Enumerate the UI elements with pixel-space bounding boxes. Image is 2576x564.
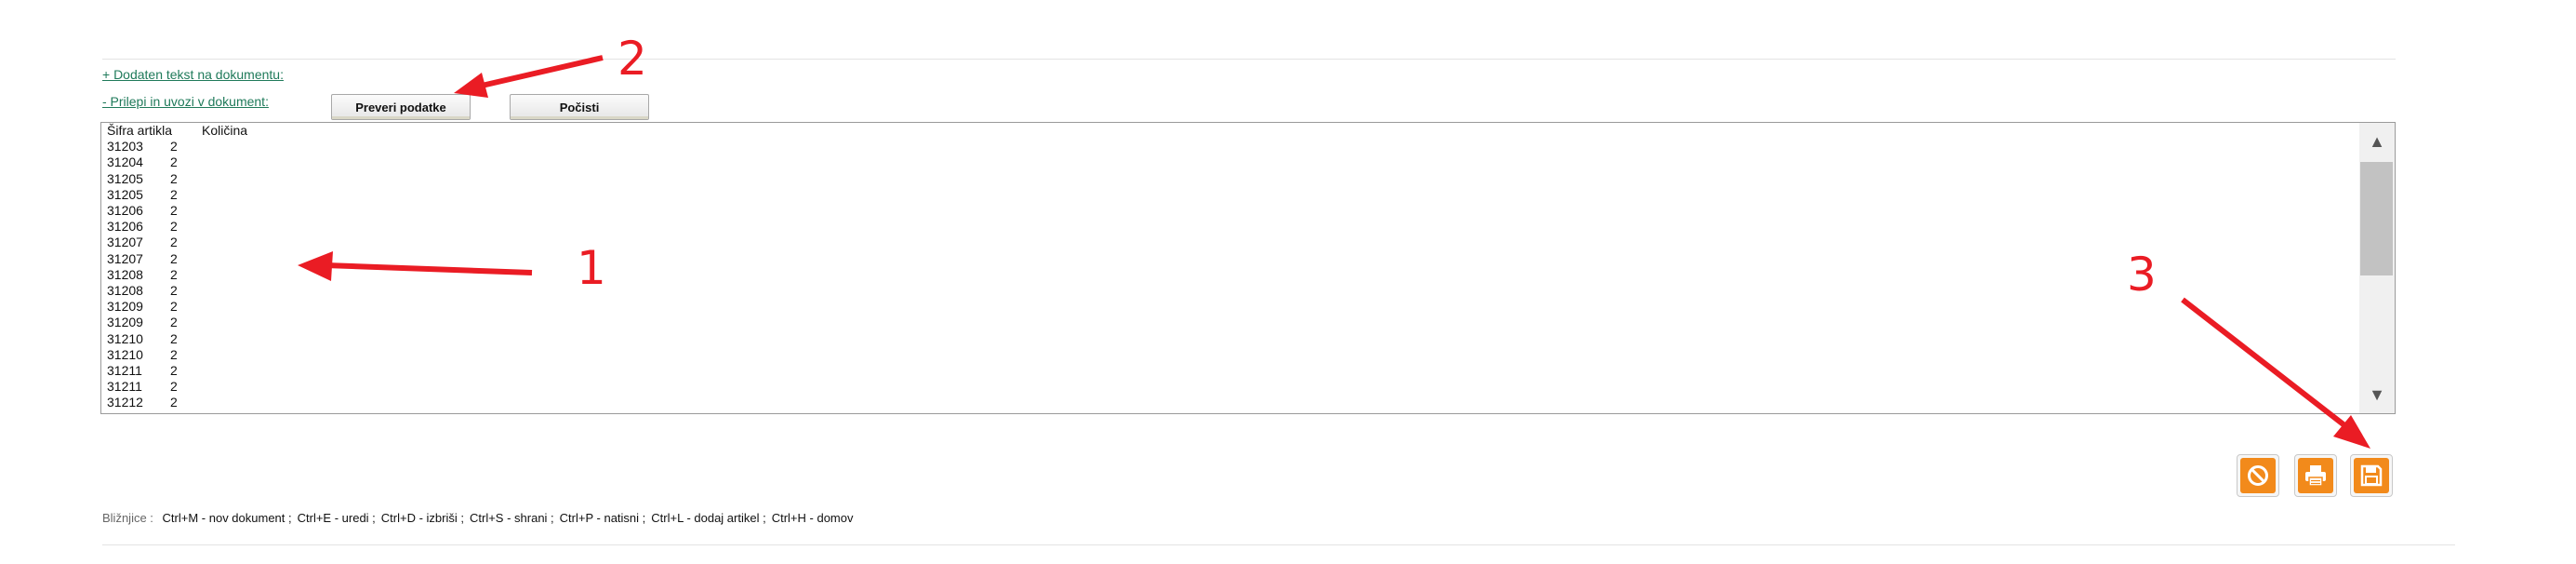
annotation-number-1: 1: [577, 241, 606, 295]
annotation-number-3: 3: [2127, 248, 2157, 302]
annotation-arrowhead-1: [298, 251, 333, 281]
annotation-arrow-2: [481, 55, 604, 88]
annotation-arrowhead-2: [454, 73, 488, 98]
annotation-arrow-3: [2181, 297, 2350, 431]
annotation-number-2: 2: [617, 32, 647, 86]
annotation-overlay: [298, 55, 2370, 449]
annotation-arrow-1: [325, 262, 533, 275]
